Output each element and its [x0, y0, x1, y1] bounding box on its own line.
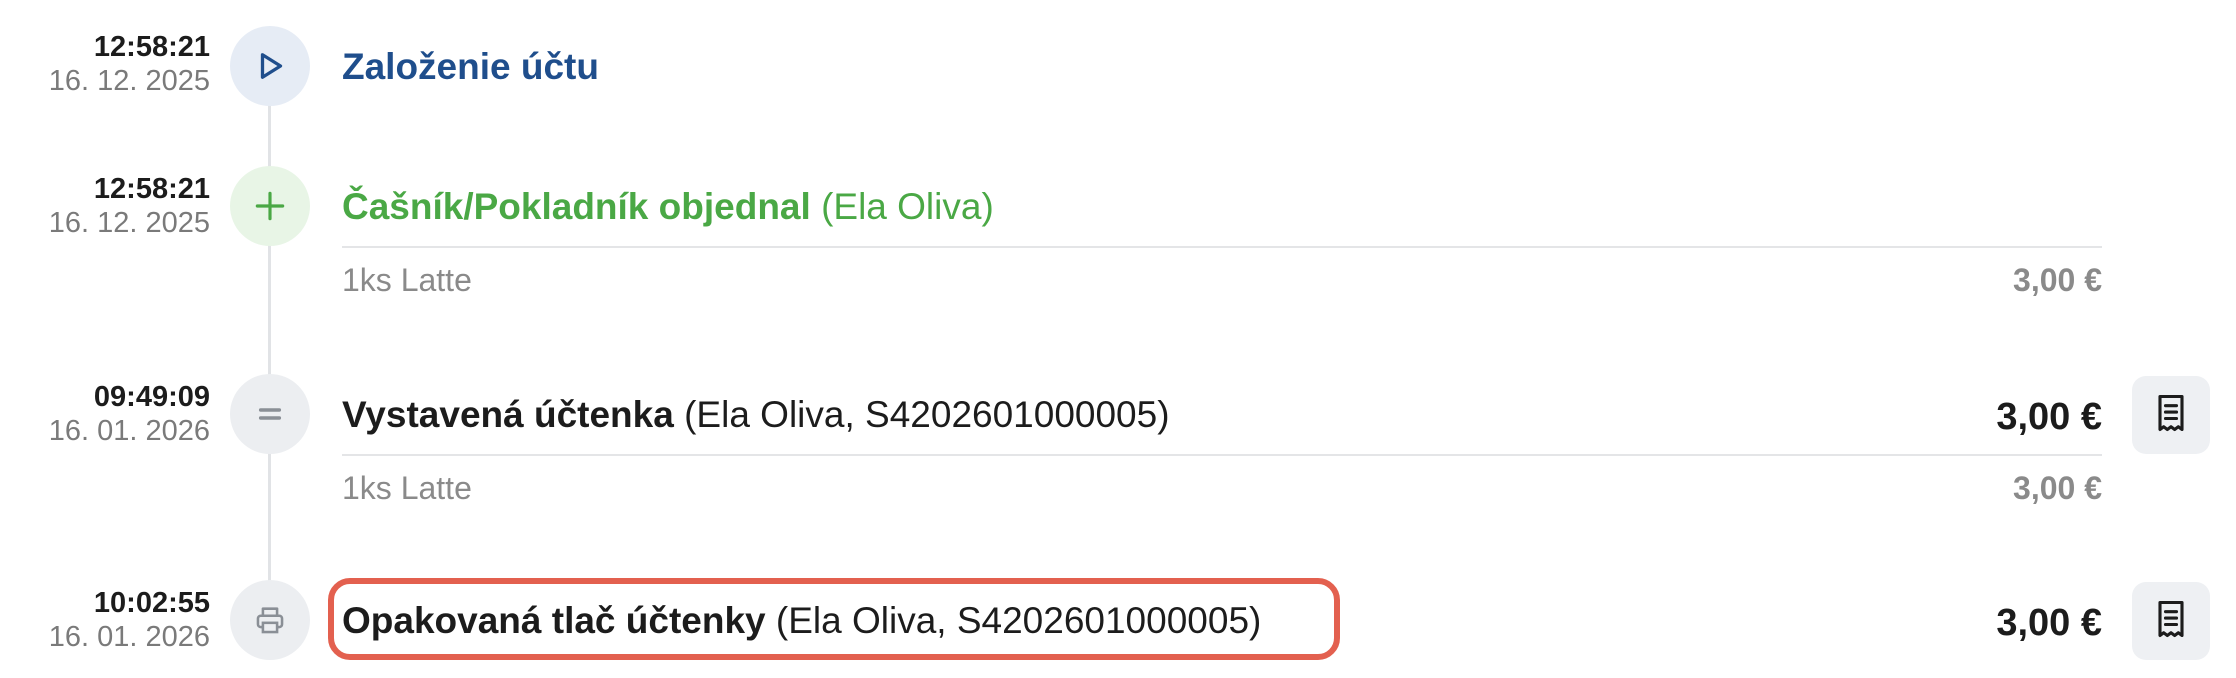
event-2-title: Čašník/Pokladník objednal (Ela Oliva) — [342, 188, 994, 225]
event-title-rest: (Ela Oliva) — [810, 186, 994, 227]
event-title-rest: (Ela Oliva, S4202601000005) — [673, 394, 1170, 435]
event-date: 16. 12. 2025 — [48, 65, 210, 98]
event-1-title: Založenie účtu — [342, 48, 599, 85]
receipt-button[interactable] — [2132, 376, 2210, 454]
event-3-timestamp: 09:49:09 16. 01. 2026 — [49, 380, 210, 448]
event-3-title: Vystavená účtenka (Ela Oliva, S420260100… — [342, 396, 1170, 433]
event-title-bold: Čašník/Pokladník objednal — [342, 186, 811, 227]
plus-icon — [230, 166, 310, 246]
printer-icon — [230, 580, 310, 660]
event-time: 09:49:09 — [93, 381, 210, 413]
event-amount: 3,00 € — [1996, 602, 2102, 644]
event-date: 16. 01. 2026 — [48, 621, 210, 654]
event-title-bold: Opakovaná tlač účtenky — [342, 600, 766, 641]
equals-icon — [230, 374, 310, 454]
receipt-icon — [2149, 391, 2193, 440]
event-title-bold: Založenie účtu — [342, 46, 599, 87]
receipt-icon — [2149, 597, 2193, 646]
event-date: 16. 01. 2026 — [48, 415, 210, 448]
timeline-line — [268, 70, 271, 610]
event-date: 16. 12. 2025 — [48, 207, 210, 240]
order-item-label: 1ks Latte — [342, 470, 472, 506]
order-item-row: 1ks Latte 3,00 € — [342, 470, 2102, 507]
event-4-title: Opakovaná tlač účtenky (Ela Oliva, S4202… — [342, 602, 1261, 639]
event-title-bold: Vystavená účtenka — [342, 394, 674, 435]
event-title-rest: (Ela Oliva, S4202601000005) — [765, 600, 1262, 641]
event-time: 12:58:21 — [93, 31, 210, 63]
play-icon — [230, 26, 310, 106]
order-item-price: 3,00 € — [2013, 262, 2102, 298]
order-item-label: 1ks Latte — [342, 262, 472, 298]
event-amount: 3,00 € — [1996, 396, 2102, 438]
divider — [342, 246, 2102, 248]
event-time: 12:58:21 — [93, 173, 210, 205]
event-4-timestamp: 10:02:55 16. 01. 2026 — [49, 586, 210, 654]
event-2-timestamp: 12:58:21 16. 12. 2025 — [49, 172, 210, 240]
event-time: 10:02:55 — [93, 587, 210, 619]
receipt-button[interactable] — [2132, 582, 2210, 660]
divider — [342, 454, 2102, 456]
order-item-row: 1ks Latte 3,00 € — [342, 262, 2102, 299]
event-1-timestamp: 12:58:21 16. 12. 2025 — [49, 30, 210, 98]
order-item-price: 3,00 € — [2013, 470, 2102, 506]
